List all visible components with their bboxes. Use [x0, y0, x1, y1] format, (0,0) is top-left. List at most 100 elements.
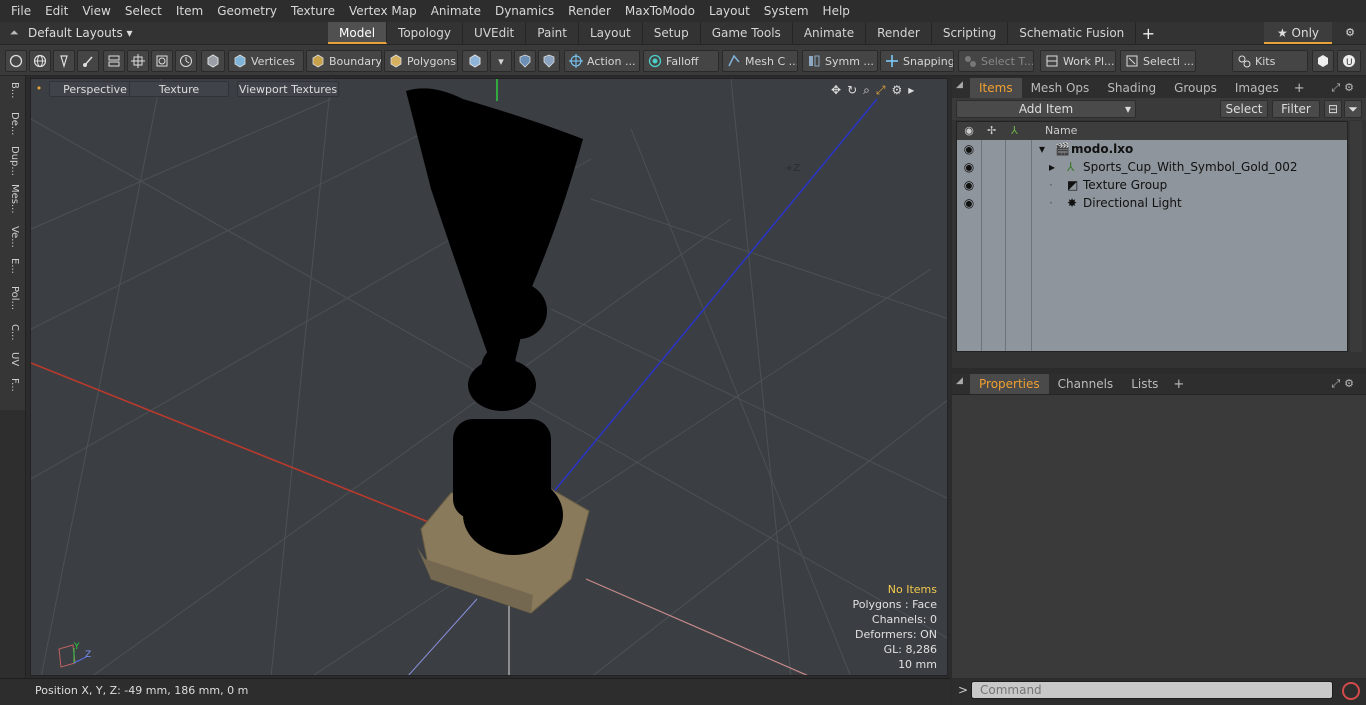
- zoom-view-icon[interactable]: ⌕: [863, 83, 870, 98]
- menu-dynamics[interactable]: Dynamics: [488, 0, 561, 22]
- gear-icon[interactable]: ⚙: [1338, 22, 1362, 44]
- move-view-icon[interactable]: ✥: [831, 83, 841, 97]
- rotate-view-icon[interactable]: ↻: [847, 83, 857, 97]
- tab-shading[interactable]: Shading: [1098, 78, 1165, 98]
- tab-lists[interactable]: Lists: [1122, 374, 1167, 394]
- tab-layout[interactable]: Layout: [579, 22, 643, 44]
- tree-row-mesh[interactable]: ◉ ▸ ⅄ Sports_Cup_With_Symbol_Gold_002: [957, 158, 1347, 176]
- center-icon[interactable]: [127, 50, 149, 72]
- 3d-viewport[interactable]: • Perspective Texture Viewport Textures …: [30, 78, 948, 676]
- left-tab-edge[interactable]: E...: [4, 258, 20, 274]
- polygons-button[interactable]: Polygons: [384, 50, 458, 72]
- add-tab-icon[interactable]: +: [1136, 24, 1160, 43]
- tab-channels[interactable]: Channels: [1049, 374, 1123, 394]
- add-item-button[interactable]: Add Item ▾: [956, 100, 1136, 118]
- frame-icon[interactable]: [151, 50, 173, 72]
- viewport-textures-dropdown[interactable]: Viewport Textures: [237, 81, 339, 97]
- visibility-eye-icon[interactable]: ◉: [959, 194, 979, 212]
- perspective-dropdown[interactable]: Perspective: [49, 81, 141, 97]
- work-plane-button[interactable]: Work Pl...: [1040, 50, 1116, 72]
- panel-expand-gear-icon[interactable]: ⤢⚙: [1331, 374, 1358, 394]
- viewport-settings-icon[interactable]: ⚙: [891, 83, 902, 97]
- align-icon[interactable]: [103, 50, 125, 72]
- funnel-filter-icon[interactable]: ⏷: [1344, 100, 1362, 118]
- menu-layout[interactable]: Layout: [702, 0, 757, 22]
- material-mode-icon[interactable]: [462, 50, 488, 72]
- tab-paint[interactable]: Paint: [526, 22, 579, 44]
- select-circle-icon[interactable]: [5, 50, 27, 72]
- menu-file[interactable]: File: [4, 0, 38, 22]
- select-through-button[interactable]: Select T...: [958, 50, 1034, 72]
- tab-scripting[interactable]: Scripting: [932, 22, 1009, 44]
- menu-texture[interactable]: Texture: [284, 0, 342, 22]
- tab-topology[interactable]: Topology: [387, 22, 464, 44]
- command-input[interactable]: [971, 681, 1333, 699]
- tree-scrollbar[interactable]: [1350, 121, 1362, 352]
- falloff-button[interactable]: Falloff: [643, 50, 719, 72]
- action-center-button[interactable]: Action ...: [564, 50, 640, 72]
- menu-help[interactable]: Help: [816, 0, 857, 22]
- left-tab-mesh-edit[interactable]: Mes...: [4, 184, 20, 214]
- tab-render[interactable]: Render: [866, 22, 932, 44]
- menu-geometry[interactable]: Geometry: [210, 0, 284, 22]
- item-mode-icon[interactable]: [201, 50, 225, 72]
- expand-triangle-icon[interactable]: ▾: [1039, 140, 1045, 158]
- brush-icon[interactable]: [77, 50, 99, 72]
- vertices-button[interactable]: Vertices: [228, 50, 304, 72]
- tab-game-tools[interactable]: Game Tools: [701, 22, 793, 44]
- layout-expand-icon[interactable]: ⏶: [0, 26, 28, 40]
- menu-item[interactable]: Item: [169, 0, 210, 22]
- unity-icon[interactable]: [1312, 50, 1334, 72]
- unreal-icon[interactable]: U: [1337, 50, 1361, 72]
- selection-sets-button[interactable]: Selecti ...: [1120, 50, 1196, 72]
- panel-menu-icon[interactable]: ◢: [956, 80, 963, 90]
- menu-vertex-map[interactable]: Vertex Map: [342, 0, 424, 22]
- tree-row-scene[interactable]: ◉ ▾ 🎬 modo.lxo: [957, 140, 1347, 158]
- symmetry-button[interactable]: Symm ...: [802, 50, 878, 72]
- select-button[interactable]: Select: [1220, 100, 1268, 118]
- tab-animate[interactable]: Animate: [793, 22, 867, 44]
- maximize-view-icon[interactable]: ⤢: [876, 83, 886, 98]
- tab-items[interactable]: Items: [970, 78, 1022, 98]
- visibility-eye-icon[interactable]: ◉: [959, 176, 979, 194]
- tab-groups[interactable]: Groups: [1165, 78, 1226, 98]
- left-tab-duplicate[interactable]: Dup...: [4, 146, 20, 176]
- menu-animate[interactable]: Animate: [424, 0, 488, 22]
- visibility-eye-icon[interactable]: ◉: [959, 140, 979, 158]
- left-tab-uv[interactable]: UV: [4, 352, 20, 366]
- pen-icon[interactable]: [53, 50, 75, 72]
- left-tab-curve[interactable]: C...: [4, 324, 20, 341]
- left-tab-polygon[interactable]: Pol...: [4, 286, 20, 310]
- menu-edit[interactable]: Edit: [38, 0, 75, 22]
- mesh-constraint-button[interactable]: Mesh C ...: [722, 50, 798, 72]
- panel-menu-icon[interactable]: ◢: [956, 376, 963, 386]
- only-toggle[interactable]: ★ Only: [1264, 22, 1332, 44]
- tree-row-texture-group[interactable]: ◉ · ◩ Texture Group: [957, 176, 1347, 194]
- tab-uvedit[interactable]: UVEdit: [463, 22, 527, 44]
- texture-dropdown[interactable]: Texture: [129, 81, 229, 97]
- tab-setup[interactable]: Setup: [643, 22, 701, 44]
- globe-icon[interactable]: [29, 50, 51, 72]
- left-tab-deform[interactable]: De...: [4, 112, 20, 135]
- left-tab-fusion[interactable]: F...: [4, 378, 20, 392]
- boundary-button[interactable]: Boundary: [306, 50, 382, 72]
- menu-view[interactable]: View: [75, 0, 117, 22]
- filter-button[interactable]: Filter: [1272, 100, 1320, 118]
- chevron-down-icon[interactable]: ▾: [490, 50, 512, 72]
- default-layouts-dropdown[interactable]: Default Layouts ▾: [28, 26, 328, 40]
- kits-button[interactable]: Kits: [1232, 50, 1308, 72]
- left-tab-vertex[interactable]: Ve...: [4, 226, 20, 248]
- viewport-more-icon[interactable]: ▸: [908, 83, 914, 97]
- viewport-menu-dot-icon[interactable]: •: [35, 81, 43, 97]
- collapse-icon[interactable]: ⊟: [1324, 100, 1342, 118]
- name-column-header[interactable]: Name: [1045, 122, 1077, 140]
- tab-schematic-fusion[interactable]: Schematic Fusion: [1008, 22, 1137, 44]
- add-panel-tab-icon[interactable]: +: [1167, 377, 1190, 392]
- tab-images[interactable]: Images: [1226, 78, 1288, 98]
- tree-row-light[interactable]: ◉ · ✸ Directional Light: [957, 194, 1347, 212]
- snapping-button[interactable]: Snapping: [880, 50, 954, 72]
- visibility-eye-icon[interactable]: ◉: [959, 158, 979, 176]
- symmetry-shield-icon[interactable]: [514, 50, 536, 72]
- menu-select[interactable]: Select: [118, 0, 169, 22]
- expand-triangle-icon[interactable]: ▸: [1049, 158, 1055, 176]
